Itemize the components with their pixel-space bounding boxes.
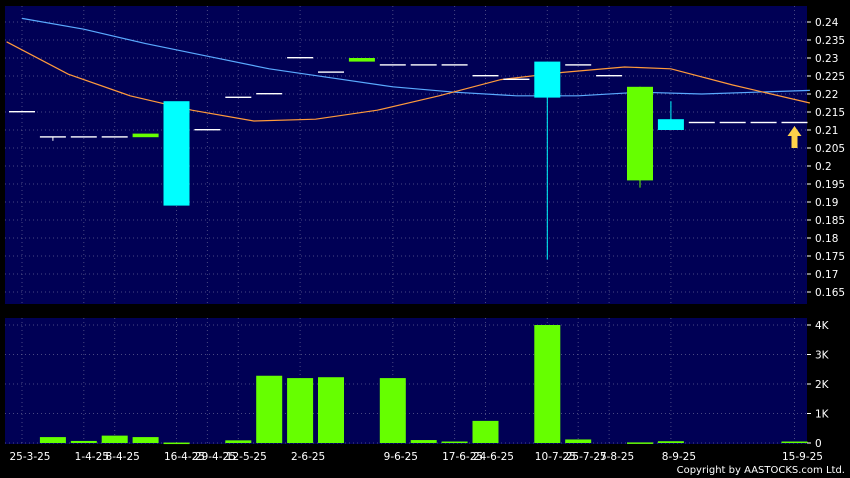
copyright-text: Copyright by AASTOCKS.com Ltd. — [677, 465, 845, 476]
candle-flat — [719, 121, 746, 124]
volume-bar — [657, 441, 684, 443]
candle-flat — [318, 71, 344, 73]
candle-flat — [503, 78, 530, 80]
volume-bar — [410, 440, 437, 443]
candle-up — [163, 101, 190, 206]
candle-flat — [565, 64, 592, 66]
volume-tick-label: 0 — [815, 438, 822, 450]
price-axis: 0.24 0.235 0.23 0.225 0.22 0.215 0.21 0.205 0.2 0… — [807, 17, 845, 299]
candle-flat — [596, 75, 623, 77]
volume-bar — [39, 437, 66, 443]
date-tick-label: 15-9-25 — [782, 451, 823, 463]
price-panel — [5, 6, 807, 304]
volume-bar — [318, 377, 344, 443]
price-tick-label: 0.22 — [815, 89, 838, 101]
date-tick-label: 7-8-25 — [600, 451, 634, 463]
volume-bar — [534, 325, 561, 443]
volume-axis: 4K 3K 2K 1K 0 — [807, 320, 830, 450]
candle-up — [657, 119, 684, 130]
date-tick-label: 24-6-25 — [473, 451, 514, 463]
candle-flat — [410, 64, 437, 66]
volume-bar — [441, 441, 468, 444]
price-tick-label: 0.225 — [815, 71, 845, 83]
candle-flat — [9, 111, 35, 113]
candle-flat — [750, 121, 777, 124]
volume-bar — [163, 442, 190, 445]
volume-tick-label: 1K — [815, 409, 830, 421]
candle-down — [627, 86, 653, 181]
price-tick-label: 0.235 — [815, 35, 845, 47]
volume-bar — [101, 435, 128, 443]
volume-bar — [70, 440, 97, 443]
candle-down — [132, 133, 159, 138]
date-tick-label: 25-3-25 — [10, 451, 51, 463]
price-tick-label: 0.185 — [815, 215, 845, 227]
price-tick-label: 0.215 — [815, 107, 845, 119]
volume-tick-label: 4K — [815, 320, 830, 332]
volume-bar — [287, 378, 314, 443]
volume-bar — [225, 440, 252, 443]
volume-bar — [256, 375, 283, 443]
volume-bar — [132, 437, 159, 443]
date-tick-label: 2-6-25 — [291, 451, 325, 463]
volume-bar — [781, 441, 808, 444]
price-tick-label: 0.205 — [815, 143, 845, 155]
candle-flat — [688, 121, 715, 124]
date-tick-label: 8-9-25 — [662, 451, 696, 463]
price-tick-label: 0.2 — [815, 161, 832, 173]
candle-flat — [225, 96, 252, 98]
price-tick-label: 0.175 — [815, 251, 845, 263]
candle-flat — [256, 93, 283, 95]
volume-panel — [5, 318, 807, 444]
date-tick-label: 9-6-25 — [384, 451, 418, 463]
price-tick-label: 0.18 — [815, 233, 838, 245]
price-tick-label: 0.24 — [815, 17, 839, 29]
candle-flat — [379, 64, 406, 66]
volume-bar — [472, 420, 499, 443]
price-tick-label: 0.165 — [815, 287, 845, 299]
stock-chart: 0.24 0.235 0.23 0.225 0.22 0.215 0.21 0.205 0.2 0… — [5, 6, 845, 476]
price-tick-label: 0.17 — [815, 269, 838, 281]
candle-flat — [70, 136, 97, 138]
date-axis: 25-3-25 1-4-258-4-25 16-4-2529-4-2512-5-25… — [10, 451, 823, 463]
candle-flat — [287, 57, 314, 59]
candle-up — [534, 61, 561, 98]
date-tick-label: 12-5-25 — [226, 451, 267, 463]
candle-flat — [101, 136, 128, 138]
volume-bar — [627, 442, 653, 444]
price-tick-label: 0.21 — [815, 125, 838, 137]
candle-down — [348, 58, 375, 62]
candle-flat — [39, 136, 66, 138]
volume-tick-label: 3K — [815, 350, 830, 362]
date-tick-label: 8-4-25 — [106, 451, 140, 463]
date-tick-label: 1-4-25 — [75, 451, 109, 463]
price-tick-label: 0.195 — [815, 179, 845, 191]
price-tick-label: 0.19 — [815, 197, 838, 209]
candle-flat — [194, 129, 221, 131]
volume-tick-label: 2K — [815, 379, 830, 391]
volume-bar — [565, 439, 592, 443]
candle-flat — [781, 121, 808, 124]
volume-bar — [379, 378, 406, 443]
price-tick-label: 0.23 — [815, 53, 838, 65]
candle-flat — [441, 64, 468, 66]
candle-flat — [472, 75, 499, 77]
